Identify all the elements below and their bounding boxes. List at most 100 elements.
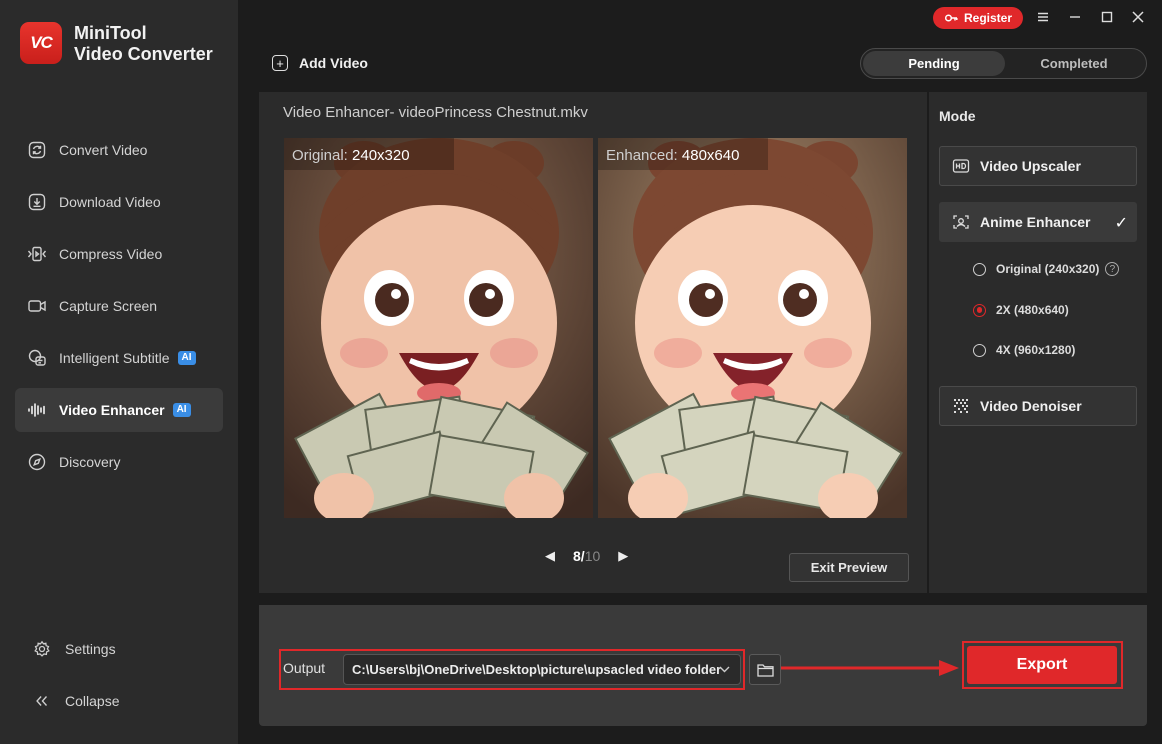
enhanced-resolution-value: 480x640 (681, 147, 740, 164)
mode-panel: Mode Video Upscaler Anime Enhancer ✓ Ori… (929, 92, 1147, 593)
option-4x-label: 4X (960x1280) (996, 343, 1076, 357)
original-label-text: Original: (292, 147, 348, 164)
denoise-icon (954, 399, 968, 413)
close-icon (1132, 11, 1144, 23)
compress-icon (27, 246, 47, 262)
video-denoiser-label: Video Denoiser (980, 398, 1082, 414)
collapse-label: Collapse (65, 693, 120, 709)
gear-icon (34, 640, 50, 657)
option-original[interactable]: Original (240x320) ? (973, 262, 1120, 276)
output-path-dropdown[interactable]: C:\Users\bj\OneDrive\Desktop\picture\ups… (343, 654, 741, 685)
enhanced-preview: Enhanced: 480x640 (598, 138, 907, 518)
convert-icon (28, 141, 46, 159)
preview-title: Video Enhancer- videoPrincess Chestnut.m… (283, 104, 588, 121)
add-video-label: Add Video (299, 55, 368, 71)
camera-icon (28, 300, 46, 312)
sidebar-item-download-video[interactable]: Download Video (15, 180, 223, 224)
option-4x[interactable]: 4X (960x1280) (973, 343, 1075, 357)
maximize-button[interactable] (1098, 8, 1116, 26)
export-button[interactable]: Export (967, 646, 1117, 684)
sidebar-item-compress-video[interactable]: Compress Video (15, 232, 223, 276)
key-icon (944, 14, 958, 22)
help-icon[interactable]: ? (1105, 262, 1120, 276)
register-label: Register (963, 11, 1013, 25)
prev-frame-button[interactable]: ◀ (545, 548, 555, 564)
app-logo: VC (20, 22, 62, 64)
original-preview: Original: 240x320 (284, 138, 593, 518)
register-button[interactable]: Register (933, 7, 1023, 29)
plus-icon: + (272, 55, 288, 71)
browse-folder-button[interactable] (749, 654, 781, 685)
tab-pending[interactable]: Pending (863, 51, 1005, 76)
output-path-value: C:\Users\bj\OneDrive\Desktop\picture\ups… (352, 662, 722, 677)
option-original-label: Original (240x320) (996, 262, 1100, 276)
frame-pager: ◀ 8/10 ▶ (545, 548, 628, 564)
output-panel: Output C:\Users\bj\OneDrive\Desktop\pict… (259, 605, 1147, 726)
minimize-button[interactable] (1066, 8, 1084, 26)
add-video-button[interactable]: + Add Video (272, 55, 368, 71)
close-button[interactable] (1129, 8, 1147, 26)
original-resolution-value: 240x320 (352, 147, 410, 164)
video-upscaler-label: Video Upscaler (980, 158, 1081, 174)
sidebar-item-convert-video[interactable]: Convert Video (15, 128, 223, 172)
page-indicator: 8/10 (573, 548, 600, 564)
radio-selected-icon (973, 303, 986, 317)
preview-panel: Video Enhancer- videoPrincess Chestnut.m… (259, 92, 927, 593)
sidebar-item-discovery[interactable]: Discovery (15, 440, 223, 484)
sidebar-item-capture-screen[interactable]: Capture Screen (15, 284, 223, 328)
collapse-button[interactable]: Collapse (15, 679, 223, 723)
settings-button[interactable]: Settings (15, 627, 223, 671)
enhanced-frame-image (598, 138, 907, 518)
sidebar-item-label: Download Video (59, 194, 161, 210)
maximize-icon (1101, 11, 1113, 23)
ai-badge: AI (177, 351, 196, 365)
compass-icon (28, 453, 46, 471)
anime-enhancer-label: Anime Enhancer (980, 214, 1091, 230)
total-pages: 10 (584, 548, 601, 564)
sidebar: VC MiniTool Video Converter Convert Vide… (0, 0, 238, 744)
double-chevron-left-icon (36, 696, 48, 706)
sidebar-item-label: Capture Screen (59, 298, 158, 314)
hd-icon (952, 159, 970, 173)
chevron-down-icon (719, 664, 730, 676)
download-icon (28, 193, 46, 211)
video-upscaler-button[interactable]: Video Upscaler (939, 146, 1137, 186)
minimize-icon (1070, 16, 1080, 18)
sidebar-item-label: Video Enhancer (59, 402, 165, 418)
original-resolution-label: Original: 240x320 (284, 138, 454, 170)
video-denoiser-button[interactable]: Video Denoiser (939, 386, 1137, 426)
sidebar-nav: Convert Video Download Video Compress Vi… (15, 128, 223, 492)
status-tabs: Pending Completed (860, 48, 1147, 79)
sidebar-item-label: Intelligent Subtitle (59, 350, 170, 366)
enhanced-resolution-label: Enhanced: 480x640 (598, 138, 768, 170)
current-page: 8 (573, 548, 581, 564)
checkmark-icon: ✓ (1114, 215, 1128, 232)
original-frame-image (284, 138, 593, 518)
radio-icon (973, 262, 986, 276)
option-2x-label: 2X (480x640) (996, 303, 1069, 317)
app-name-line1: MiniTool (74, 23, 147, 43)
pointer-arrow (781, 660, 959, 676)
subtitle-icon (28, 349, 46, 366)
radio-icon (973, 343, 986, 357)
hamburger-icon (1038, 12, 1048, 22)
next-frame-button[interactable]: ▶ (618, 548, 628, 564)
ai-badge: AI (172, 403, 191, 417)
menu-button[interactable] (1034, 8, 1052, 26)
mode-title: Mode (939, 108, 976, 124)
app-name: MiniTool Video Converter (74, 23, 213, 65)
sidebar-item-intelligent-subtitle[interactable]: Intelligent Subtitle AI (15, 336, 223, 380)
waveform-icon (28, 403, 45, 417)
sidebar-item-label: Discovery (59, 454, 121, 470)
face-scan-icon (953, 215, 969, 229)
tab-completed[interactable]: Completed (1003, 51, 1145, 76)
sidebar-item-video-enhancer[interactable]: Video Enhancer AI (15, 388, 223, 432)
exit-preview-button[interactable]: Exit Preview (789, 553, 909, 582)
enhanced-label-text: Enhanced: (606, 147, 678, 164)
sidebar-item-label: Convert Video (59, 142, 148, 158)
option-2x[interactable]: 2X (480x640) (973, 303, 1069, 317)
output-label: Output (283, 660, 326, 676)
app-name-line2: Video Converter (74, 44, 213, 64)
sidebar-item-label: Compress Video (59, 246, 163, 262)
anime-enhancer-button[interactable]: Anime Enhancer ✓ (939, 202, 1137, 242)
